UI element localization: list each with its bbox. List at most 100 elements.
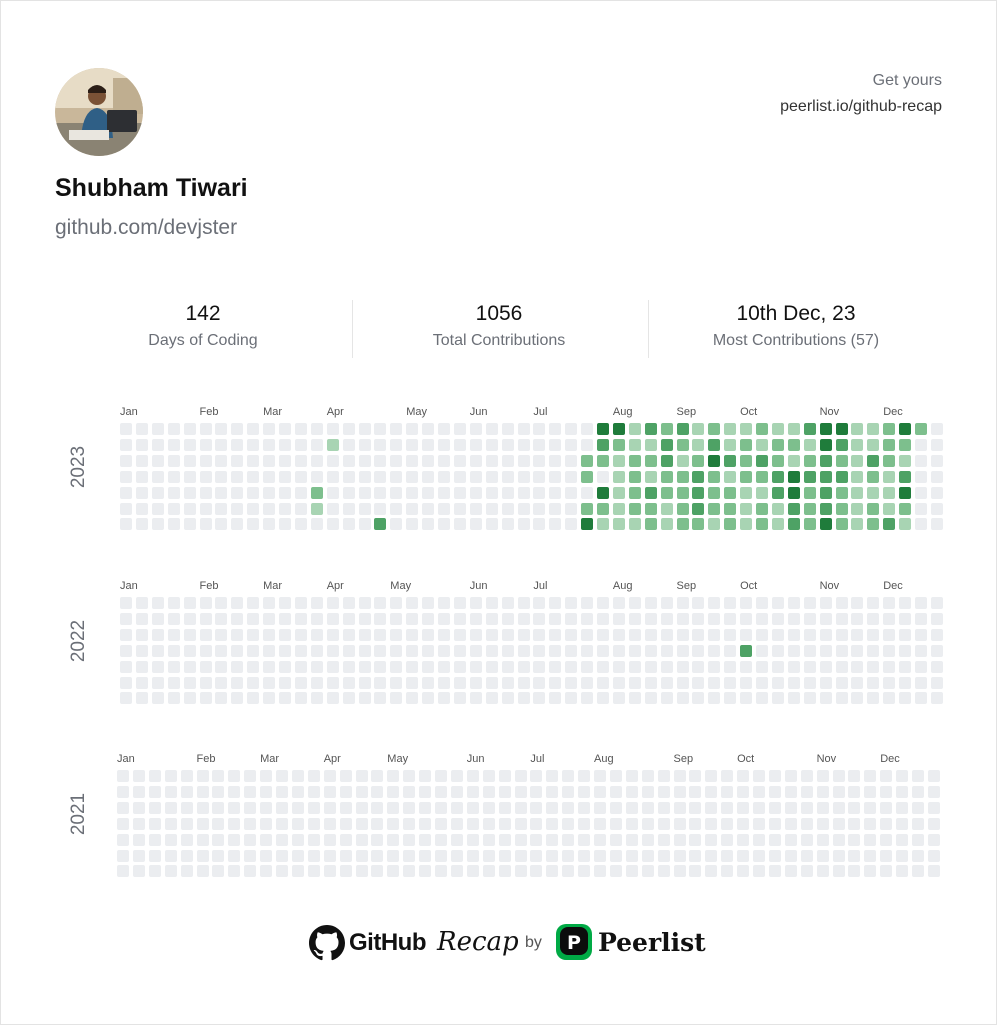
contribution-cell [609, 865, 622, 878]
contribution-cell [896, 833, 909, 846]
contribution-cell [263, 454, 276, 467]
contribution-cell [342, 502, 355, 515]
contribution-cell [212, 801, 225, 814]
contribution-cell [708, 454, 721, 467]
contribution-cell [212, 770, 225, 782]
contribution-cell [530, 801, 543, 814]
contribution-cell [514, 865, 527, 878]
contribution-cell [310, 597, 323, 609]
month-label: May [406, 406, 427, 418]
contribution-cell [756, 612, 768, 625]
contribution-cell [310, 692, 323, 705]
contribution-cell [915, 676, 927, 689]
contribution-cell [390, 518, 403, 531]
stats-row: 142 Days of Coding 1056 Total Contributi… [55, 300, 944, 358]
contribution-cell [864, 817, 877, 830]
contribution-cell [912, 770, 924, 782]
contribution-cell [228, 849, 241, 862]
contribution-cell [899, 423, 912, 435]
contribution-cell [787, 438, 800, 451]
contribution-cell [899, 628, 912, 641]
contribution-cell [673, 770, 686, 782]
contribution-cell [676, 438, 689, 451]
contribution-cell [167, 502, 180, 515]
contribution-cell [628, 676, 641, 689]
contribution-cell [533, 486, 546, 499]
contribution-cell [183, 502, 196, 515]
contribution-cell [533, 597, 546, 609]
contribution-cell [438, 612, 450, 625]
contribution-cell [387, 849, 400, 862]
contribution-cell [692, 660, 705, 673]
contribution-cell [422, 423, 435, 435]
contribution-cell [323, 801, 336, 814]
contribution-cell [135, 628, 148, 641]
contribution-cell [342, 486, 355, 499]
contribution-cell [676, 597, 689, 609]
contribution-cell [771, 518, 784, 531]
contribution-cell [915, 644, 927, 657]
contribution-cell [371, 770, 384, 782]
contribution-cell [724, 644, 737, 657]
contribution-cell [151, 454, 164, 467]
contribution-cell [132, 865, 145, 878]
contribution-cell [784, 785, 797, 798]
contribution-cell [708, 644, 721, 657]
contribution-cell [390, 660, 403, 673]
contribution-cell [737, 849, 750, 862]
contribution-cell [705, 770, 718, 782]
contribution-cell [609, 833, 622, 846]
contribution-cell [800, 849, 813, 862]
contribution-cell [180, 801, 193, 814]
contribution-cell [676, 470, 689, 483]
contribution-cell [848, 770, 861, 782]
contribution-cell [199, 676, 212, 689]
contribution-cell [291, 785, 304, 798]
contribution-cell [864, 849, 877, 862]
stat-label: Most Contributions (57) [712, 332, 880, 349]
contribution-cell [657, 785, 670, 798]
contribution-cell [832, 785, 845, 798]
contribution-cell [546, 865, 559, 878]
contribution-cell [816, 770, 829, 782]
contribution-cell [501, 692, 514, 705]
contribution-cell [450, 770, 463, 782]
contribution-cell [800, 865, 813, 878]
contribution-cell [851, 486, 864, 499]
contribution-cell [657, 865, 670, 878]
avatar-photo [55, 68, 143, 156]
contribution-cell [676, 502, 689, 515]
contribution-cell [485, 597, 498, 609]
contribution-cell [294, 660, 307, 673]
contribution-cell [279, 628, 291, 641]
recap-link[interactable]: peerlist.io/github-recap [780, 97, 942, 117]
contribution-cell [148, 865, 161, 878]
contribution-cell [276, 770, 288, 782]
contribution-cell [132, 770, 145, 782]
contribution-cell [676, 692, 689, 705]
contribution-cell [148, 833, 161, 846]
contribution-cell [164, 849, 177, 862]
month-label: Apr [323, 753, 341, 765]
contribution-cell [387, 833, 400, 846]
month-label: Dec [880, 753, 900, 765]
contribution-cell [342, 692, 355, 705]
contribution-cell [594, 865, 606, 878]
contribution-cell [294, 676, 307, 689]
contribution-cell [406, 692, 419, 705]
contribution-cell [326, 644, 339, 657]
contribution-cell [609, 849, 622, 862]
github-profile-link[interactable]: github.com/devjster [55, 216, 237, 240]
contribution-cell [803, 454, 816, 467]
contribution-cell [450, 865, 463, 878]
contribution-cell [597, 438, 609, 451]
contribution-cell [279, 676, 291, 689]
contribution-cell [419, 817, 432, 830]
contribution-cell [422, 454, 435, 467]
contribution-cell [565, 597, 578, 609]
contribution-cell [915, 597, 927, 609]
contribution-cell [835, 470, 848, 483]
contribution-cell [231, 628, 244, 641]
contribution-cell [867, 628, 880, 641]
contribution-cell [848, 801, 861, 814]
